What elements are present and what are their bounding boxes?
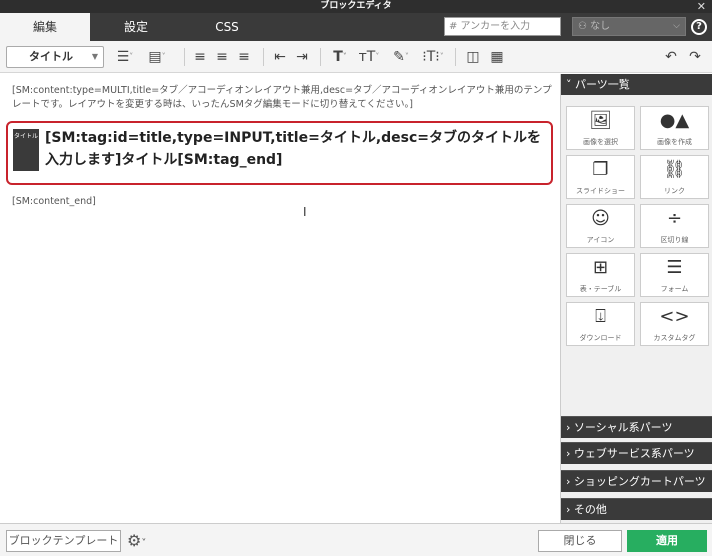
part-custom-tag[interactable]: <> カスタムタグ — [640, 302, 709, 346]
section-label: ウェブサービス系パーツ — [573, 447, 695, 460]
indent-icon[interactable]: ⇥ — [294, 48, 310, 66]
outdent-icon[interactable]: ⇤ — [272, 48, 288, 66]
tab-edit[interactable]: 編集 — [0, 13, 90, 41]
part-label: カスタムタグ — [653, 334, 696, 342]
part-slideshow[interactable]: ❐ スライドショー — [566, 155, 635, 199]
chevron-down-icon: ˅ — [566, 78, 575, 91]
window-title: ブロックエディタ — [320, 1, 392, 11]
part-create-image[interactable]: ●▲ 画像を作成 — [640, 106, 709, 150]
text-cursor-icon: I — [303, 205, 307, 219]
toolbar-divider — [455, 48, 456, 66]
close-button[interactable]: 閉じる — [538, 530, 622, 552]
part-label: アイコン — [586, 236, 615, 244]
title-bar: ブロックエディタ ✕ — [0, 0, 712, 13]
section-social-parts[interactable]: › ソーシャル系パーツ — [561, 416, 712, 438]
text-style-icon[interactable]: T˅ — [328, 48, 352, 66]
image-icon: 🖼︎ — [589, 110, 612, 131]
part-label: 画像を作成 — [657, 138, 692, 146]
part-label: フォーム — [660, 285, 689, 293]
chevron-right-icon: › — [566, 475, 574, 488]
chevron-right-icon: › — [566, 447, 574, 460]
part-divider[interactable]: ÷ 区切り線 — [640, 204, 709, 248]
template-select-value: なし — [590, 21, 611, 32]
toolbar-divider — [263, 48, 264, 66]
link-icon: ⛓ — [663, 159, 686, 180]
part-form[interactable]: ☰ フォーム — [640, 253, 709, 297]
slideshow-icon: ❐ — [592, 159, 609, 180]
divider-icon: ÷ — [666, 208, 683, 229]
format-icon[interactable]: ⁝T⁝˅ — [419, 48, 447, 66]
chevron-right-icon: › — [566, 503, 574, 516]
font-size-icon[interactable]: ᴛT˅ — [357, 48, 381, 66]
chevron-down-icon: ▼ — [91, 52, 98, 61]
bullet-list-icon[interactable]: ☰˅ — [113, 48, 137, 66]
align-center-icon[interactable]: ≡ — [214, 48, 230, 66]
section-label: その他 — [573, 503, 607, 516]
part-label: 区切り線 — [660, 236, 689, 244]
table-icon: ⊞ — [592, 257, 609, 278]
person-icon: ⚇ — [578, 21, 591, 32]
chevron-down-icon: ⌵ — [673, 21, 680, 31]
smiley-icon: ☺ — [591, 208, 610, 229]
anchor-input[interactable]: # アンカーを入力 — [444, 17, 561, 36]
align-right-icon[interactable]: ≡ — [236, 48, 252, 66]
block-template-button[interactable]: ブロックテンプレート — [6, 530, 121, 552]
toolbar-divider — [184, 48, 185, 66]
section-label: ショッピングカートパーツ — [573, 475, 706, 488]
part-download[interactable]: ⍗ ダウンロード — [566, 302, 635, 346]
style-select[interactable]: タイトル ▼ — [6, 46, 104, 68]
content-end-tag: [SM:content_end] — [12, 196, 96, 207]
help-icon[interactable]: ? — [691, 19, 707, 35]
parts-sidebar: ˅ パーツ一覧 🖼︎ 画像を選択 ●▲ 画像を作成 ❐ スライドショー ⛓ リン… — [560, 74, 712, 523]
footer: ブロックテンプレート ⚙˅ 閉じる 適用 — [0, 523, 712, 556]
part-label: リンク — [664, 187, 685, 195]
part-label: 表・テーブル — [579, 285, 622, 293]
redo-icon[interactable]: ↷ — [686, 48, 704, 66]
numbered-list-icon[interactable]: ▤˅ — [142, 48, 172, 66]
download-icon: ⍗ — [595, 306, 606, 327]
section-web-service-parts[interactable]: › ウェブサービス系パーツ — [561, 442, 712, 464]
undo-icon[interactable]: ↶ — [662, 48, 680, 66]
tab-settings[interactable]: 設定 — [90, 13, 182, 41]
block-badge: タイトル — [13, 129, 39, 171]
close-icon[interactable]: ✕ — [697, 0, 706, 13]
part-label: スライドショー — [576, 187, 625, 195]
part-link[interactable]: ⛓ リンク — [640, 155, 709, 199]
gear-icon[interactable]: ⚙˅ — [127, 531, 146, 554]
style-select-value: タイトル — [29, 50, 73, 63]
apply-button[interactable]: 適用 — [627, 530, 707, 552]
part-label: 画像を選択 — [583, 138, 618, 146]
code-icon: <> — [659, 306, 690, 327]
chevron-right-icon: › — [566, 421, 574, 434]
align-left-icon[interactable]: ≡ — [192, 48, 208, 66]
part-icon[interactable]: ☺ アイコン — [566, 204, 635, 248]
toolbar: タイトル ▼ ☰˅ ▤˅ ≡ ≡ ≡ ⇤ ⇥ T˅ ᴛT˅ ✎˅ ⁝T⁝˅ ◫ … — [0, 41, 712, 73]
columns-icon[interactable]: ◫ — [464, 48, 482, 66]
part-table[interactable]: ⊞ 表・テーブル — [566, 253, 635, 297]
part-select-image[interactable]: 🖼︎ 画像を選択 — [566, 106, 635, 150]
color-picker-icon[interactable]: ✎˅ — [389, 48, 413, 66]
shapes-icon: ●▲ — [659, 110, 690, 131]
section-other[interactable]: › その他 — [561, 498, 712, 520]
editor-area[interactable]: [SM:content:type=MULTI,title=タブ／アコーディオンレ… — [0, 74, 560, 523]
clear-format-icon[interactable]: ▦ — [488, 48, 506, 66]
template-select[interactable]: ⚇ なし ⌵ — [572, 17, 686, 36]
title-block[interactable]: タイトル [SM:tag:id=title,type=INPUT,title=タ… — [6, 121, 553, 185]
parts-header-label: パーツ一覧 — [575, 78, 630, 91]
content-tag-text: [SM:content:type=MULTI,title=タブ／アコーディオンレ… — [12, 85, 552, 110]
part-label: ダウンロード — [579, 334, 622, 342]
block-text[interactable]: [SM:tag:id=title,type=INPUT,title=タイトル,d… — [45, 127, 550, 171]
form-icon: ☰ — [666, 257, 683, 278]
block-editor-window: ブロックエディタ ✕ 編集 設定 CSS # アンカーを入力 ⚇ なし ⌵ ? … — [0, 0, 712, 556]
parts-header[interactable]: ˅ パーツ一覧 — [561, 74, 712, 95]
toolbar-divider — [320, 48, 321, 66]
section-label: ソーシャル系パーツ — [573, 421, 673, 434]
section-shopping-cart-parts[interactable]: › ショッピングカートパーツ — [561, 470, 712, 492]
tab-css[interactable]: CSS — [182, 13, 272, 41]
